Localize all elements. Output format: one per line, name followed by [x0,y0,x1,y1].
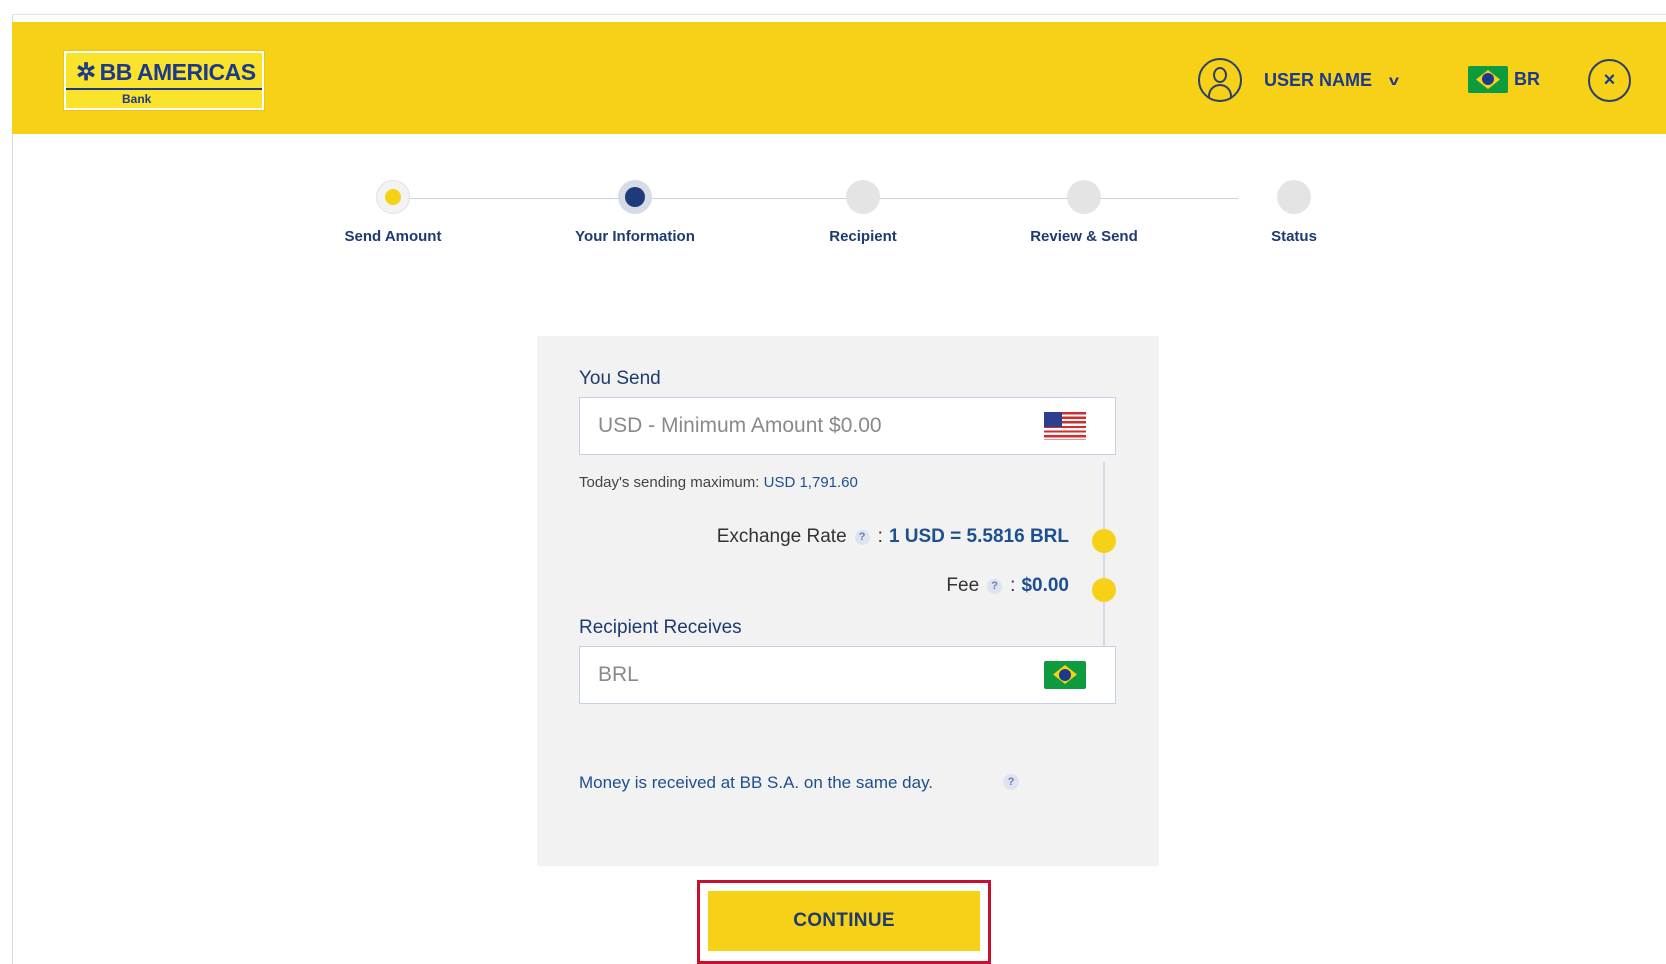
logo-subtext: Bank [122,92,152,106]
exchange-rate-label: Exchange Rate [716,526,847,547]
brazil-flag-icon [1468,66,1508,93]
rate-marker [1092,529,1116,553]
close-button[interactable]: × [1588,59,1631,102]
step-your-information[interactable]: Your Information [545,180,725,245]
send-money-card: You Send Today's sending maximum: USD 1,… [537,336,1159,866]
exchange-rate-value: 1 USD = 5.5816 BRL [888,526,1069,547]
recipient-receives-label: Recipient Receives [579,617,742,638]
close-icon: × [1603,69,1616,91]
language-selector[interactable]: BR [1468,66,1540,93]
fee-row: Fee ? : $0.00 [946,575,1069,596]
user-avatar-icon [1198,58,1242,102]
step-status: Status [1204,180,1384,245]
step-label: Your Information [575,228,695,245]
step-recipient: Recipient [773,180,953,245]
you-send-label: You Send [579,368,661,389]
exchange-rate-row: Exchange Rate ? : 1 USD = 5.5816 BRL [716,526,1069,547]
delivery-note: Money is received at BB S.A. on the same… [579,773,934,792]
fee-value: $0.00 [1021,575,1069,596]
help-icon[interactable]: ? [987,578,1003,594]
fee-marker [1092,578,1116,602]
continue-highlight: CONTINUE [697,880,991,964]
sending-maximum: Today's sending maximum: USD 1,791.60 [579,474,858,491]
progress-stepper: Send Amount Your Information Recipient R… [0,180,1666,260]
step-dot [1067,180,1101,214]
fee-label: Fee [946,575,980,596]
user-name: USER NAME [1264,69,1373,90]
step-dot [618,180,652,214]
step-label: Review & Send [1030,228,1138,245]
step-send-amount[interactable]: Send Amount [303,180,483,245]
step-dot [846,180,880,214]
language-label: BR [1514,69,1540,89]
logo-text: BB Americas [99,59,256,85]
user-menu[interactable]: USER NAME v [1198,58,1399,102]
brazil-flag-icon [1044,661,1086,689]
step-label: Send Amount [344,228,442,245]
step-review-send: Review & Send [994,180,1174,245]
help-icon[interactable]: ? [854,529,870,545]
step-label: Recipient [829,228,897,245]
step-dot [376,180,410,214]
receive-amount-input[interactable] [579,646,1116,704]
continue-button[interactable]: CONTINUE [708,891,980,951]
step-dot [1277,180,1311,214]
logo-divider [66,88,262,90]
step-label: Status [1271,228,1317,245]
help-icon[interactable]: ? [1003,774,1019,790]
sending-maximum-value: USD 1,791.60 [763,474,858,491]
send-amount-input[interactable] [579,397,1116,455]
rate-connector-line [1103,462,1105,664]
us-flag-icon [1044,412,1086,440]
bank-logo[interactable]: ✲ BB Americas Bank [64,51,264,110]
bb-symbol-icon: ✲ [76,59,96,86]
chevron-down-icon: v [1388,72,1399,88]
